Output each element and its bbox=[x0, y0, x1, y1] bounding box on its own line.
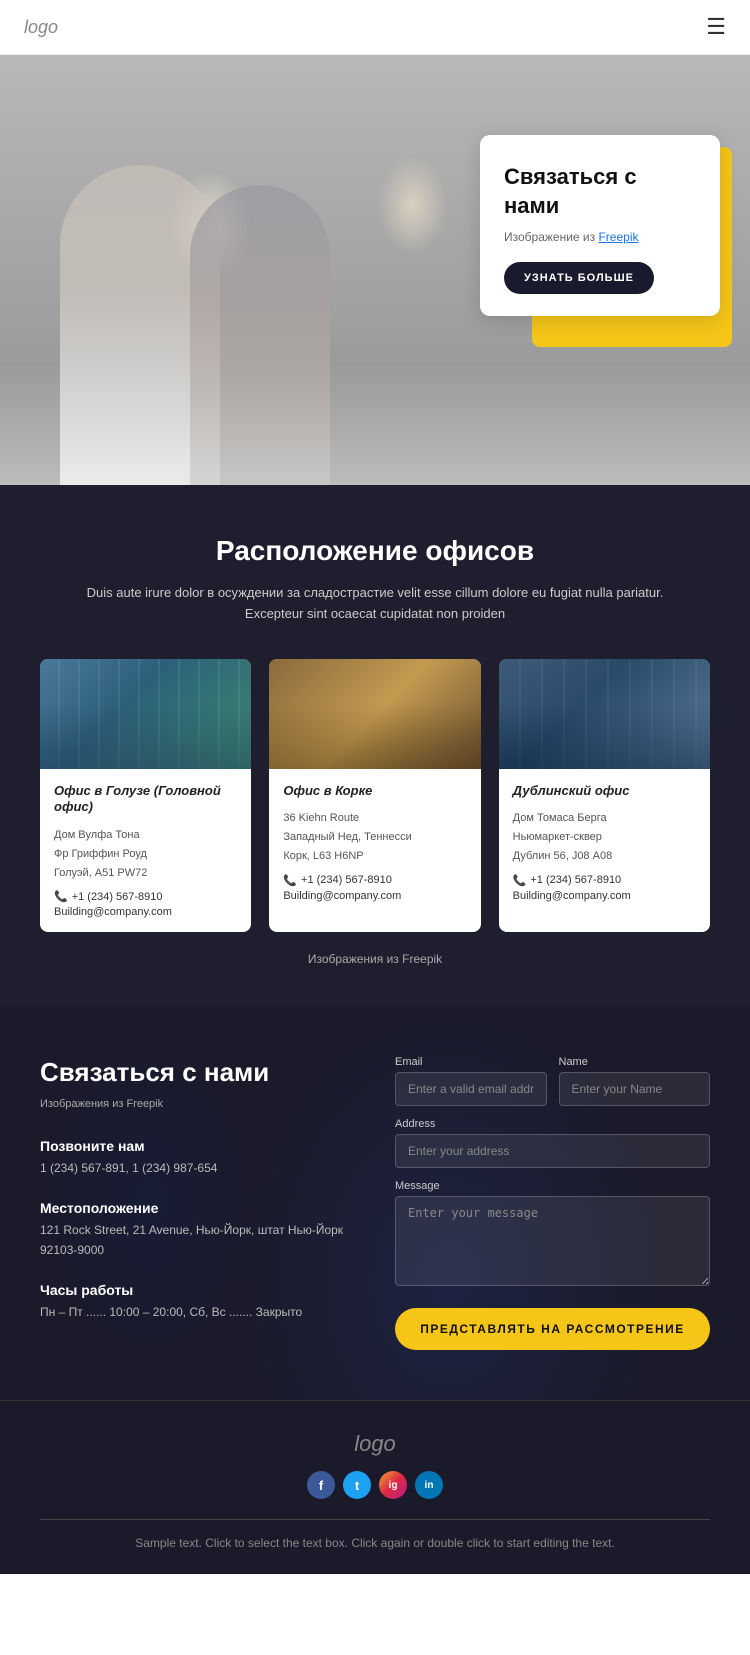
office-image-dublin bbox=[499, 659, 710, 769]
email-label: Email bbox=[395, 1056, 547, 1068]
contact-location-label: Местоположение bbox=[40, 1200, 355, 1216]
contact-location-value: 121 Rock Street, 21 Avenue, Нью-Йорк, шт… bbox=[40, 1221, 355, 1259]
footer-logo: logo bbox=[40, 1431, 710, 1457]
hero-contact-card: Связаться с нами Изображение из Freepik … bbox=[480, 135, 720, 316]
office-email-cork: Building@company.com bbox=[283, 890, 466, 902]
contact-section: Связаться с нами Изображения из Freepik … bbox=[0, 1006, 750, 1400]
name-label: Name bbox=[559, 1056, 711, 1068]
office-name-cork: Офис в Корке bbox=[283, 783, 466, 800]
hero-card-attribution: Изображение из Freepik bbox=[504, 230, 696, 244]
phone-icon: 📞 bbox=[54, 890, 68, 903]
contact-location-block: Местоположение 121 Rock Street, 21 Avenu… bbox=[40, 1200, 355, 1259]
message-textarea[interactable] bbox=[395, 1196, 710, 1286]
contact-inner: Связаться с нами Изображения из Freepik … bbox=[40, 1056, 710, 1350]
contact-left-panel: Связаться с нами Изображения из Freepik … bbox=[40, 1056, 355, 1350]
hamburger-menu-icon[interactable]: ☰ bbox=[706, 14, 726, 40]
footer-sample-text: Sample text. Click to select the text bo… bbox=[40, 1534, 710, 1553]
form-row-email-name: Email Name bbox=[395, 1056, 710, 1106]
footer-social-links: f t ig in bbox=[40, 1471, 710, 1499]
phone-icon-dublin: 📞 bbox=[513, 874, 527, 887]
office-name-goluze: Офис в Голузе (Головной офис) bbox=[54, 783, 237, 817]
hero-person-right bbox=[190, 185, 330, 485]
office-card-body-cork: Офис в Корке 36 Kiehn RouteЗападный Нед,… bbox=[269, 769, 480, 916]
header: logo ☰ bbox=[0, 0, 750, 55]
contact-hours-block: Часы работы Пн – Пт ...... 10:00 – 20:00… bbox=[40, 1282, 355, 1322]
hero-learn-more-button[interactable]: УЗНАТЬ БОЛЬШЕ bbox=[504, 262, 654, 294]
form-group-message: Message bbox=[395, 1180, 710, 1286]
office-address-cork: 36 Kiehn RouteЗападный Нед, ТеннессиКорк… bbox=[283, 809, 466, 865]
contact-hours-label: Часы работы bbox=[40, 1282, 355, 1298]
contact-phone-value: 1 (234) 567-891, 1 (234) 987-654 bbox=[40, 1159, 355, 1178]
contact-phone-label: Позвоните нам bbox=[40, 1138, 355, 1154]
name-input[interactable] bbox=[559, 1072, 711, 1106]
office-phone-goluze: 📞 +1 (234) 567-8910 bbox=[54, 890, 237, 903]
office-image-goluze bbox=[40, 659, 251, 769]
address-label: Address bbox=[395, 1118, 710, 1130]
office-card-body-goluze: Офис в Голузе (Головной офис) Дом Вулфа … bbox=[40, 769, 251, 933]
submit-button[interactable]: ПРЕДСТАВЛЯТЬ НА РАССМОТРЕНИЕ bbox=[395, 1308, 710, 1350]
contact-phone-block: Позвоните нам 1 (234) 567-891, 1 (234) 9… bbox=[40, 1138, 355, 1178]
address-input[interactable] bbox=[395, 1134, 710, 1168]
office-name-dublin: Дублинский офис bbox=[513, 783, 696, 800]
form-group-email: Email bbox=[395, 1056, 547, 1106]
contact-attribution: Изображения из Freepik bbox=[40, 1098, 355, 1110]
contact-form: Email Name Address Message ПРЕДСТАВЛЯТЬ … bbox=[395, 1056, 710, 1350]
logo: logo bbox=[24, 17, 58, 38]
form-group-name: Name bbox=[559, 1056, 711, 1106]
offices-grid: Офис в Голузе (Головной офис) Дом Вулфа … bbox=[40, 659, 710, 933]
office-phone-cork: 📞 +1 (234) 567-8910 bbox=[283, 874, 466, 887]
offices-section: Расположение офисов Duis aute irure dolo… bbox=[0, 485, 750, 1006]
hero-card-wrapper: Связаться с нами Изображение из Freepik … bbox=[480, 135, 720, 316]
footer-divider bbox=[40, 1519, 710, 1520]
offices-title: Расположение офисов bbox=[40, 535, 710, 567]
office-card-cork: Офис в Корке 36 Kiehn RouteЗападный Нед,… bbox=[269, 659, 480, 933]
office-address-dublin: Дом Томаса БергаНьюмаркет-скверДублин 56… bbox=[513, 809, 696, 865]
contact-hours-value: Пн – Пт ...... 10:00 – 20:00, Сб, Вс ...… bbox=[40, 1303, 355, 1322]
form-group-address: Address bbox=[395, 1118, 710, 1168]
office-phone-dublin: 📞 +1 (234) 567-8910 bbox=[513, 874, 696, 887]
office-email-goluze: Building@company.com bbox=[54, 906, 237, 918]
office-image-cork bbox=[269, 659, 480, 769]
office-email-dublin: Building@company.com bbox=[513, 890, 696, 902]
linkedin-icon[interactable]: in bbox=[415, 1471, 443, 1499]
office-card-dublin: Дублинский офис Дом Томаса БергаНьюмарке… bbox=[499, 659, 710, 933]
hero-section: Связаться с нами Изображение из Freepik … bbox=[0, 55, 750, 485]
office-card-goluze: Офис в Голузе (Головной офис) Дом Вулфа … bbox=[40, 659, 251, 933]
instagram-icon[interactable]: ig bbox=[379, 1471, 407, 1499]
contact-title: Связаться с нами bbox=[40, 1056, 355, 1090]
message-label: Message bbox=[395, 1180, 710, 1192]
email-input[interactable] bbox=[395, 1072, 547, 1106]
footer: logo f t ig in Sample text. Click to sel… bbox=[0, 1400, 750, 1573]
phone-icon-cork: 📞 bbox=[283, 874, 297, 887]
offices-attribution: Изображения из Freepik bbox=[40, 952, 710, 966]
office-card-body-dublin: Дублинский офис Дом Томаса БергаНьюмарке… bbox=[499, 769, 710, 916]
offices-description: Duis aute irure dolor в осуждении за сла… bbox=[75, 583, 675, 625]
facebook-icon[interactable]: f bbox=[307, 1471, 335, 1499]
office-address-goluze: Дом Вулфа ТонаФр Гриффин РоудГолуэй, А51… bbox=[54, 826, 237, 882]
twitter-icon[interactable]: t bbox=[343, 1471, 371, 1499]
hero-card-title: Связаться с нами bbox=[504, 163, 696, 220]
